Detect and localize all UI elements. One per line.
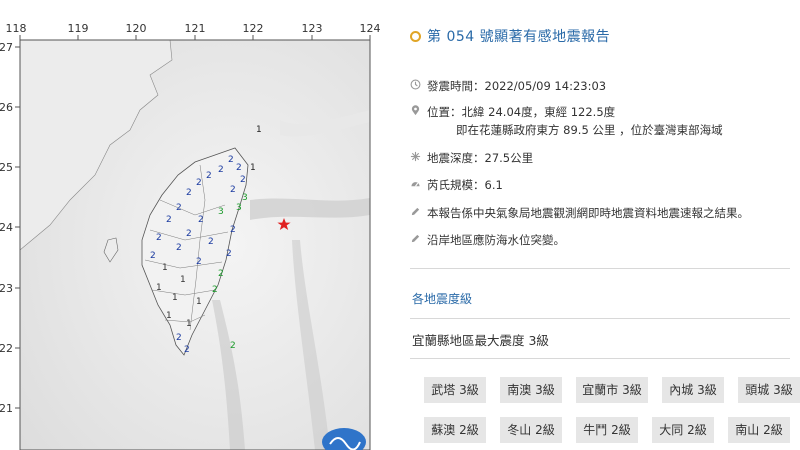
svg-text:1: 1 xyxy=(156,283,162,293)
depth-row: 地震深度：27.5公里 xyxy=(410,150,533,166)
depth-text: 地震深度：27.5公里 xyxy=(427,151,534,165)
lat-tick-23: 23 xyxy=(0,282,13,295)
svg-text:2: 2 xyxy=(184,345,190,355)
lon-tick-121: 121 xyxy=(185,22,206,35)
report-title-row: 第 054 號顯著有感地震報告 xyxy=(410,26,610,46)
intensity-mark-east: 1 xyxy=(250,163,256,173)
title-circle-icon xyxy=(410,30,421,42)
svg-text:2: 2 xyxy=(156,233,162,243)
lon-tick-124: 124 xyxy=(360,22,381,35)
lat-tick-25: 25 xyxy=(0,161,13,174)
note1-row: 本報告係中央氣象局地震觀測網即時地震資料地震速報之結果。 xyxy=(410,205,749,221)
lon-tick-119: 119 xyxy=(68,22,89,35)
clock-icon xyxy=(410,79,421,90)
svg-text:1: 1 xyxy=(196,297,202,307)
svg-text:3: 3 xyxy=(218,207,224,217)
ryukyu-trench-shade xyxy=(250,198,370,220)
svg-text:2: 2 xyxy=(230,225,236,235)
svg-text:2: 2 xyxy=(198,215,204,225)
lat-tick-26: 26 xyxy=(0,101,13,114)
lat-tick-24: 24 xyxy=(0,221,13,234)
svg-text:2: 2 xyxy=(176,203,182,213)
svg-text:2: 2 xyxy=(208,237,214,247)
svg-text:2: 2 xyxy=(186,188,192,198)
svg-text:2: 2 xyxy=(240,175,246,185)
station-tag: 南山 2級 xyxy=(728,417,790,443)
lon-tick-122: 122 xyxy=(243,22,264,35)
lon-tick-120: 120 xyxy=(126,22,147,35)
divider xyxy=(410,318,790,319)
svg-text:1: 1 xyxy=(180,275,186,285)
lat-tick-22: 22 xyxy=(0,342,13,355)
lon-tick-123: 123 xyxy=(302,22,323,35)
svg-text:3: 3 xyxy=(236,203,242,213)
station-tag: 蘇澳 2級 xyxy=(424,417,486,443)
svg-text:1: 1 xyxy=(172,293,178,303)
svg-text:2: 2 xyxy=(236,163,242,173)
location-pin-icon xyxy=(411,105,420,116)
svg-text:1: 1 xyxy=(186,319,192,329)
lat-tick-27: 27 xyxy=(0,41,13,54)
location-line1: 位置：北緯 24.04度，東經 122.5度 xyxy=(427,105,616,119)
svg-text:3: 3 xyxy=(242,193,248,203)
station-tag: 牛鬥 2級 xyxy=(576,417,638,443)
depth-burst-icon xyxy=(410,151,421,162)
lon-tick-118: 118 xyxy=(6,22,27,35)
svg-text:1: 1 xyxy=(162,263,168,273)
map-canvas: 2 2 2 2 2 2 2 2 3 3 3 2 2 2 2 2 2 2 2 2 … xyxy=(0,22,381,450)
svg-text:2: 2 xyxy=(176,243,182,253)
time-text: 發震時間：2022/05/09 14:23:03 xyxy=(427,79,607,93)
svg-text:2: 2 xyxy=(206,171,212,181)
report-title: 第 054 號顯著有感地震報告 xyxy=(427,29,611,45)
time-row: 發震時間：2022/05/09 14:23:03 xyxy=(410,78,606,94)
max-intensity-text: 宜蘭縣地區最大震度 3級 xyxy=(412,333,549,348)
location-row: 位置：北緯 24.04度，東經 122.5度 xyxy=(410,104,615,120)
station-tag: 頭城 3級 xyxy=(738,377,800,403)
svg-text:1: 1 xyxy=(166,311,172,321)
station-tag: 武塔 3級 xyxy=(424,377,486,403)
note1-text: 本報告係中央氣象局地震觀測網即時地震資料地震速報之結果。 xyxy=(427,206,749,220)
intensity-section-label: 各地震度級 xyxy=(412,292,473,306)
svg-text:2: 2 xyxy=(196,257,202,267)
svg-text:2: 2 xyxy=(228,155,234,165)
divider xyxy=(410,358,790,359)
gauge-icon xyxy=(411,182,420,187)
magnitude-text: 芮氏規模：6.1 xyxy=(427,178,503,192)
svg-text:2: 2 xyxy=(226,249,232,259)
svg-text:2: 2 xyxy=(186,229,192,239)
station-tag: 大同 2級 xyxy=(652,417,714,443)
divider xyxy=(410,268,790,269)
svg-text:2: 2 xyxy=(230,185,236,195)
intensity-mark-north: 1 xyxy=(256,125,262,135)
svg-text:2: 2 xyxy=(218,165,224,175)
station-tag: 宜蘭市 3級 xyxy=(576,377,648,403)
magnitude-row: 芮氏規模：6.1 xyxy=(410,177,503,193)
earthquake-map: 2 2 2 2 2 2 2 2 3 3 3 2 2 2 2 2 2 2 2 2 … xyxy=(0,0,390,450)
svg-text:2: 2 xyxy=(230,341,236,351)
svg-text:2: 2 xyxy=(218,269,224,279)
station-tag: 南澳 3級 xyxy=(500,377,562,403)
station-tag: 冬山 2級 xyxy=(500,417,562,443)
note2-row: 沿岸地區應防海水位突變。 xyxy=(410,232,565,248)
pencil-icon xyxy=(411,234,420,243)
lat-tick-21: 21 xyxy=(0,402,13,415)
pencil-icon xyxy=(411,207,420,216)
location-line2: 即在花蓮縣政府東方 89.5 公里 ，位於臺灣東部海域 xyxy=(456,123,723,137)
report-panel: 第 054 號顯著有感地震報告 發震時間：2022/05/09 14:23:03… xyxy=(410,0,800,450)
svg-text:2: 2 xyxy=(212,285,218,295)
svg-text:2: 2 xyxy=(176,333,182,343)
svg-text:2: 2 xyxy=(150,251,156,261)
svg-text:2: 2 xyxy=(166,215,172,225)
station-tag: 內城 3級 xyxy=(662,377,724,403)
svg-text:2: 2 xyxy=(196,178,202,188)
note2-text: 沿岸地區應防海水位突變。 xyxy=(427,233,565,247)
